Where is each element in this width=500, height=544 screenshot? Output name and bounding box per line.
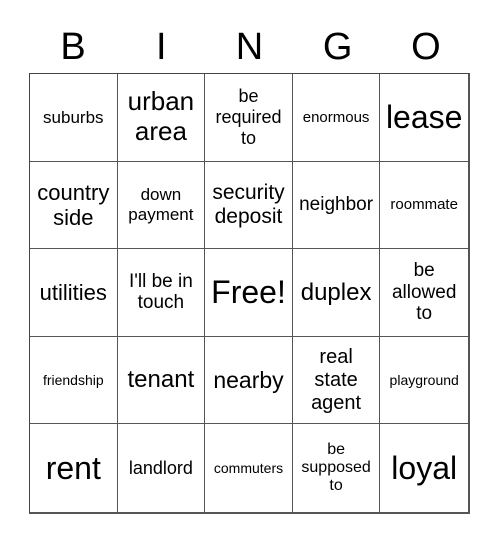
- bingo-cell[interactable]: neighbor: [292, 161, 381, 250]
- bingo-cell[interactable]: be required to: [205, 74, 293, 162]
- header-letter-g: G: [322, 26, 353, 68]
- bingo-cell[interactable]: suburbs: [30, 74, 118, 162]
- bingo-cell[interactable]: down payment: [117, 161, 206, 250]
- bingo-cell[interactable]: be supposed to: [293, 424, 381, 512]
- bingo-cell[interactable]: duplex: [292, 249, 381, 337]
- bingo-cell[interactable]: urban area: [117, 74, 206, 162]
- header-letter-i: I: [156, 26, 167, 68]
- bingo-cell[interactable]: lease: [380, 74, 468, 162]
- bingo-cell[interactable]: utilities: [30, 249, 118, 337]
- bingo-cell[interactable]: rent: [30, 424, 118, 512]
- bingo-cell[interactable]: I'll be in touch: [117, 249, 206, 337]
- bingo-cell[interactable]: real state agent: [292, 336, 381, 425]
- bingo-cell[interactable]: nearby: [205, 336, 293, 425]
- bingo-cell[interactable]: tenant: [117, 336, 206, 425]
- bingo-card-grid: suburbs urban area be required to enormo…: [29, 73, 470, 514]
- header-letter-n: N: [235, 26, 264, 68]
- bingo-cell[interactable]: country side: [30, 161, 118, 250]
- bingo-cell[interactable]: loyal: [380, 424, 468, 512]
- header-letter-b: B: [60, 26, 86, 68]
- bingo-cell[interactable]: security deposit: [205, 161, 293, 250]
- header-letter-o: O: [411, 26, 441, 68]
- bingo-cell[interactable]: be allowed to: [380, 249, 468, 337]
- bingo-cell[interactable]: landlord: [118, 424, 206, 512]
- bingo-cell[interactable]: roommate: [380, 162, 468, 250]
- free-space-cell[interactable]: Free!: [205, 249, 293, 337]
- bingo-cell[interactable]: commuters: [205, 424, 293, 512]
- bingo-cell[interactable]: friendship: [30, 336, 118, 425]
- bingo-header: B I N G O: [29, 22, 470, 72]
- bingo-cell[interactable]: enormous: [292, 74, 381, 162]
- bingo-cell[interactable]: playground: [380, 337, 468, 425]
